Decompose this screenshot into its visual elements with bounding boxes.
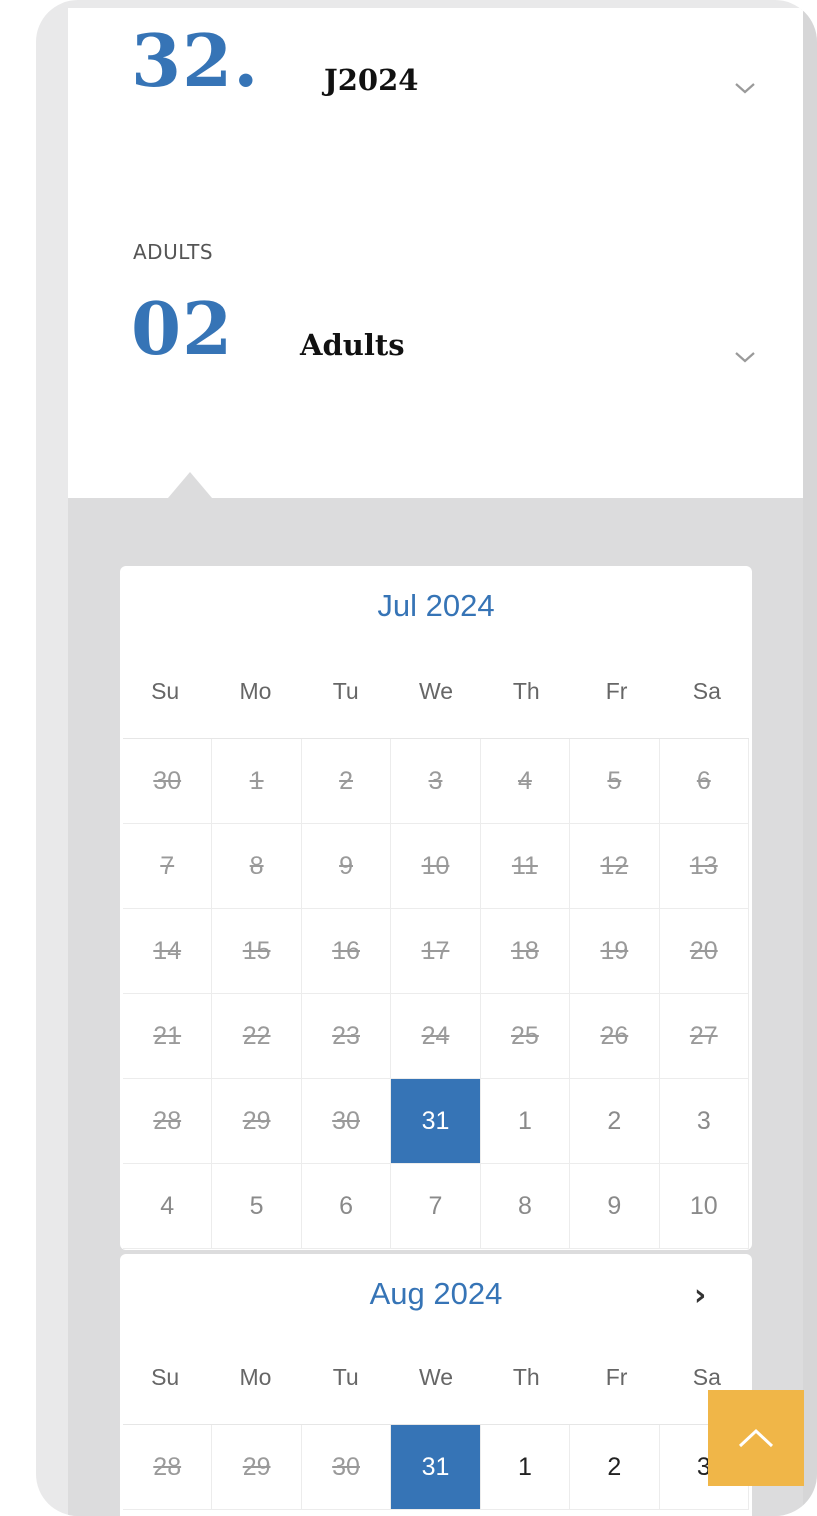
weekday-label: Tu: [332, 1364, 359, 1390]
day-cell[interactable]: 4: [123, 1164, 213, 1249]
date-label[interactable]: J2024: [324, 63, 418, 97]
chevron-down-icon[interactable]: [732, 75, 758, 101]
day-cell: 6: [659, 739, 749, 824]
day-cell[interactable]: 9: [570, 1164, 660, 1249]
day-grid: 30 1 2 3 4 5 6 7 8 9 10 11 12 13 14 15 16 17 18 19 20 21 22 23 2…: [123, 738, 749, 1249]
booking-form: 32. J2024 ADULTS 02 Adults: [68, 8, 803, 498]
day-cell[interactable]: 8: [480, 1164, 571, 1249]
date-number: 32.: [131, 18, 260, 103]
weekday-label: Mo: [239, 678, 272, 704]
day-cell: 14: [123, 909, 213, 994]
weekday-label: Su: [151, 1364, 180, 1390]
weekday-label: Mo: [239, 1364, 272, 1390]
day-cell: 12: [570, 824, 660, 909]
day-cell: 24: [391, 994, 481, 1079]
edge-strip: [803, 0, 817, 1516]
day-cell: 2: [301, 739, 392, 824]
day-cell: 20: [659, 909, 749, 994]
weekday-label: Su: [151, 678, 180, 704]
day-cell: 28: [123, 1079, 213, 1164]
day-cell: 18: [480, 909, 571, 994]
phone-frame: 32. J2024 ADULTS 02 Adults Jul 2024 Su Mo…: [36, 0, 817, 1516]
day-cell: 5: [570, 739, 660, 824]
day-cell[interactable]: 1: [480, 1425, 571, 1510]
day-cell: 13: [659, 824, 749, 909]
day-cell: 7: [123, 824, 213, 909]
day-cell: 10: [391, 824, 481, 909]
weekday-header: Su Mo Tu We Th Fr Sa: [120, 1364, 752, 1404]
day-cell[interactable]: 7: [391, 1164, 481, 1249]
day-cell[interactable]: 10: [659, 1164, 749, 1249]
chevron-right-icon[interactable]: ›: [694, 1278, 706, 1313]
popup-pointer: [168, 472, 212, 498]
scroll-to-top-button[interactable]: [708, 1390, 804, 1486]
calendar-august: Aug 2024 › Su Mo Tu We Th Fr Sa 28 29 30 31 1 2 3: [120, 1254, 752, 1516]
day-cell: 30: [123, 739, 213, 824]
chevron-up-icon: [738, 1428, 774, 1448]
month-title: Jul 2024: [377, 588, 495, 623]
day-cell: 29: [212, 1079, 302, 1164]
day-cell: 21: [123, 994, 213, 1079]
day-cell: 28: [123, 1425, 213, 1510]
day-cell: 29: [212, 1425, 302, 1510]
day-cell: 11: [480, 824, 571, 909]
day-cell: 8: [212, 824, 302, 909]
weekday-label: We: [418, 1364, 454, 1390]
day-cell: 4: [480, 739, 571, 824]
day-cell[interactable]: 2: [570, 1079, 660, 1164]
weekday-label: Th: [512, 1364, 540, 1390]
day-cell[interactable]: 1: [480, 1079, 571, 1164]
weekday-label: Fr: [605, 1364, 628, 1390]
selected-day-cell[interactable]: 31: [391, 1079, 481, 1164]
weekday-header: Su Mo Tu We Th Fr Sa: [120, 678, 752, 718]
weekday-label: Sa: [692, 678, 721, 704]
day-cell: 19: [570, 909, 660, 994]
adults-label[interactable]: Adults: [300, 328, 405, 362]
day-cell: 30: [301, 1079, 392, 1164]
day-cell: 22: [212, 994, 302, 1079]
day-cell: 16: [301, 909, 392, 994]
adults-number: 02: [131, 286, 234, 371]
day-grid: 28 29 30 31 1 2 3: [123, 1424, 749, 1510]
adults-caption: ADULTS: [133, 240, 214, 264]
selected-day-cell[interactable]: 31: [391, 1425, 481, 1510]
weekday-label: Tu: [332, 678, 359, 704]
day-cell[interactable]: 6: [301, 1164, 392, 1249]
day-cell: 30: [301, 1425, 392, 1510]
calendar-july: Jul 2024 Su Mo Tu We Th Fr Sa 30 1 2 3 4 5 6 7 8 9 10 11 1…: [120, 566, 752, 1250]
day-cell: 3: [391, 739, 481, 824]
day-cell[interactable]: 5: [212, 1164, 302, 1249]
weekday-label: Fr: [605, 678, 628, 704]
weekday-label: We: [418, 678, 454, 704]
day-cell: 17: [391, 909, 481, 994]
day-cell[interactable]: 2: [570, 1425, 660, 1510]
day-cell: 15: [212, 909, 302, 994]
day-cell: 27: [659, 994, 749, 1079]
day-cell: 23: [301, 994, 392, 1079]
day-cell: 1: [212, 739, 302, 824]
day-cell[interactable]: 3: [659, 1079, 749, 1164]
day-cell: 26: [570, 994, 660, 1079]
month-title: Aug 2024: [369, 1276, 503, 1311]
day-cell: 25: [480, 994, 571, 1079]
day-cell: 9: [301, 824, 392, 909]
weekday-label: Th: [512, 678, 540, 704]
chevron-down-icon[interactable]: [732, 344, 758, 370]
